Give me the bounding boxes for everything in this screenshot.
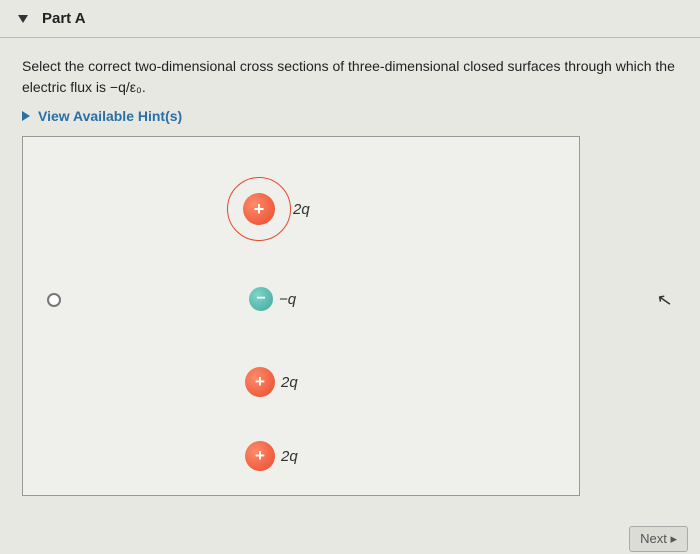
charge-sign: − (256, 290, 265, 308)
question-line1: Select the correct two-dimensional cross… (22, 58, 675, 74)
charge-1: + 2q (243, 193, 310, 225)
charge-label: −q (279, 291, 296, 308)
cursor-icon: ↖ (655, 289, 674, 312)
charge-3: + 2q (245, 367, 298, 397)
charge-sign: + (255, 446, 265, 466)
question-line2-suffix: . (142, 79, 146, 95)
charge-2: − −q (249, 287, 296, 311)
chevron-right-icon (22, 111, 30, 121)
part-header[interactable]: Part A (0, 0, 700, 38)
option-radio[interactable] (47, 293, 61, 307)
hints-label: View Available Hint(s) (38, 108, 182, 124)
part-title: Part A (42, 10, 86, 27)
view-hints-button[interactable]: View Available Hint(s) (22, 108, 678, 124)
plus-icon: + (245, 441, 275, 471)
charge-label: 2q (293, 201, 310, 218)
charge-sign: + (255, 372, 265, 392)
next-button[interactable]: Next ▸ (629, 526, 688, 552)
plus-icon: + (245, 367, 275, 397)
question-line2-prefix: electric flux is (22, 79, 110, 95)
question-text: Select the correct two-dimensional cross… (22, 56, 678, 98)
charge-4: + 2q (245, 441, 298, 471)
charge-sign: + (254, 199, 265, 220)
problem-panel: Part A Select the correct two-dimensiona… (0, 0, 700, 554)
content-area: Select the correct two-dimensional cross… (0, 38, 700, 496)
question-expression: −q/ε₀ (110, 79, 142, 95)
charge-label: 2q (281, 448, 298, 465)
collapse-icon (18, 15, 28, 23)
charge-label: 2q (281, 374, 298, 391)
next-label: Next ▸ (640, 531, 677, 546)
answer-option-box: + 2q − −q + 2q (22, 136, 580, 496)
minus-icon: − (249, 287, 273, 311)
plus-icon: + (243, 193, 275, 225)
